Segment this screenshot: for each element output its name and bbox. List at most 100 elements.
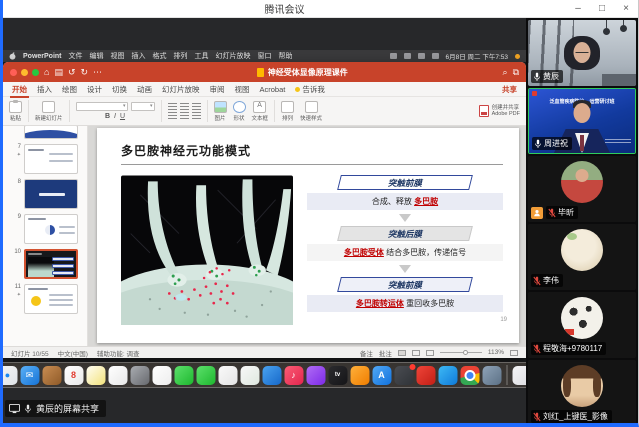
tab-transitions[interactable]: 切换 [112, 84, 127, 95]
save-icon[interactable]: ▤ [54, 67, 63, 78]
participant-tile-chengjinghai[interactable]: 程敬海+9780117 [528, 292, 636, 358]
mac-close-icon[interactable] [10, 69, 17, 76]
dock-icon-calendar[interactable]: 8 [64, 366, 83, 385]
wifi-icon[interactable] [404, 53, 411, 59]
normal-view-icon[interactable] [398, 350, 406, 356]
menu-item-view[interactable]: 视图 [111, 51, 125, 61]
battery-icon[interactable] [390, 53, 397, 59]
menu-item-format[interactable]: 格式 [153, 51, 167, 61]
font-name-select[interactable] [76, 102, 128, 111]
dock-icon-photos[interactable] [152, 366, 171, 385]
font-size-select[interactable] [131, 102, 155, 111]
accessibility-indicator[interactable]: 辅助功能: 调查 [97, 348, 140, 358]
redo-icon[interactable]: ↻ [81, 67, 89, 78]
zoom-level[interactable]: 113% [488, 349, 504, 356]
dock-icon-messages[interactable] [174, 366, 193, 385]
close-button[interactable]: × [614, 0, 638, 17]
textbox-button[interactable]: 文本框 [252, 101, 269, 122]
dock-icon-dictionary[interactable] [42, 366, 61, 385]
menu-item-file[interactable]: 文件 [69, 51, 83, 61]
participant-tile-bixin[interactable]: 毕昕 [528, 156, 636, 222]
dock-icon-apple-tv[interactable]: tv [328, 366, 347, 385]
italic-button[interactable]: I [114, 113, 116, 120]
tab-home[interactable]: 开始 [12, 84, 27, 95]
language-indicator[interactable]: 中文(中国) [58, 348, 88, 358]
participant-tile-liwei[interactable]: 李伟 [528, 224, 636, 290]
dock-icon-preview-doc[interactable] [512, 366, 526, 385]
menu-item-help[interactable]: 帮助 [279, 51, 293, 61]
quick-styles-button[interactable]: 快速样式 [300, 101, 322, 122]
slideshow-view-icon[interactable] [426, 350, 434, 356]
dock-icon-meeting-app[interactable] [438, 366, 457, 385]
menu-item-edit[interactable]: 编辑 [90, 51, 104, 61]
tab-view[interactable]: 视图 [235, 84, 250, 95]
dock-icon-app-store[interactable]: A [372, 366, 391, 385]
titlebar-search-icon[interactable]: ⌕ [503, 67, 508, 78]
dock-icon-netease-mail[interactable] [416, 366, 435, 385]
tab-insert[interactable]: 插入 [37, 84, 52, 95]
comments-button[interactable]: 批注 [379, 348, 392, 358]
number-list-icon[interactable] [180, 103, 189, 110]
zoom-slider[interactable] [440, 352, 482, 353]
slide-thumb-6[interactable] [24, 126, 78, 139]
participant-tile-huangchen[interactable]: 黄辰 [528, 20, 636, 86]
tab-slideshow[interactable]: 幻灯片放映 [162, 84, 200, 95]
titlebar-share-icon[interactable]: ⧉ [513, 67, 519, 78]
home-icon[interactable]: ⌂ [44, 67, 49, 77]
dock-icon-pages[interactable] [218, 366, 237, 385]
slide-thumb-9[interactable] [24, 214, 78, 244]
dock-icon-chrome[interactable] [460, 366, 479, 385]
undo-icon[interactable]: ↺ [68, 67, 76, 78]
current-slide[interactable]: 多巴胺神经元功能模式 [97, 128, 519, 343]
participant-tile-liuhong[interactable]: 刘红_上键医_影像 [528, 360, 636, 423]
search-icon[interactable] [418, 53, 425, 59]
dock-icon-facetime[interactable] [196, 366, 215, 385]
menubar-clock[interactable]: 6月8日 周二 下午7:53 [446, 51, 509, 61]
slide-thumb-8[interactable] [24, 179, 78, 209]
dock-icon-mail[interactable]: ✉ [20, 366, 39, 385]
fit-window-icon[interactable] [510, 350, 518, 356]
control-center-icon[interactable] [432, 53, 439, 59]
indent-icon[interactable] [192, 103, 201, 110]
menu-item-insert[interactable]: 插入 [132, 51, 146, 61]
dock-icon-keynote[interactable] [262, 366, 281, 385]
underline-button[interactable]: U [120, 113, 125, 120]
dock-icon-utility[interactable] [394, 366, 413, 385]
thumb-row-partial[interactable] [11, 131, 83, 139]
dock-icon-system-settings[interactable] [130, 366, 149, 385]
bullet-list-icon[interactable] [168, 103, 177, 110]
menu-item-tools[interactable]: 工具 [195, 51, 209, 61]
tab-acrobat[interactable]: Acrobat [260, 85, 286, 94]
dock-icon-numbers[interactable] [240, 366, 259, 385]
slide-thumb-11[interactable] [24, 284, 78, 314]
paste-button[interactable]: 粘贴 [9, 101, 22, 122]
dock-icon-reminders[interactable] [108, 366, 127, 385]
thumb-row-10-selected[interactable]: 10 [11, 249, 83, 279]
menu-item-slideshow[interactable]: 幻灯片放映 [216, 51, 251, 61]
sorter-view-icon[interactable] [412, 350, 420, 356]
dock-icon-safari[interactable]: ● [3, 366, 17, 385]
slide-thumb-7[interactable] [24, 144, 78, 174]
thumb-row-11[interactable]: 11✦ [11, 284, 83, 314]
tab-draw[interactable]: 绘图 [62, 84, 77, 95]
participant-tile-zhoujinzhu[interactable]: 泛血管疾病防治…运营研讨班 周进祝 [528, 88, 636, 154]
more-icon[interactable]: ⋯ [93, 67, 102, 78]
ppt-share-button[interactable]: 共享 [502, 84, 517, 95]
tab-tell-me[interactable]: 告诉我 [295, 84, 325, 95]
maximize-button[interactable]: □ [590, 0, 614, 17]
arrange-button[interactable]: 排列 [281, 101, 294, 122]
menu-item-arrange[interactable]: 排列 [174, 51, 188, 61]
thumb-row-8[interactable]: 8 [11, 179, 83, 209]
menu-app-name[interactable]: PowerPoint [23, 53, 62, 60]
align-left-icon[interactable] [168, 112, 177, 119]
mac-zoom-icon[interactable] [32, 69, 39, 76]
slide-thumb-10[interactable] [24, 249, 78, 279]
bold-button[interactable]: B [105, 113, 110, 120]
menu-item-window[interactable]: 窗口 [258, 51, 272, 61]
tab-animations[interactable]: 动画 [137, 84, 152, 95]
dock-icon-wallet[interactable] [482, 366, 501, 385]
picture-button[interactable]: 图片 [214, 101, 227, 122]
shape-button[interactable]: 形状 [233, 101, 246, 122]
dock-icon-music[interactable]: ♪ [284, 366, 303, 385]
thumb-row-9[interactable]: 9 [11, 214, 83, 244]
